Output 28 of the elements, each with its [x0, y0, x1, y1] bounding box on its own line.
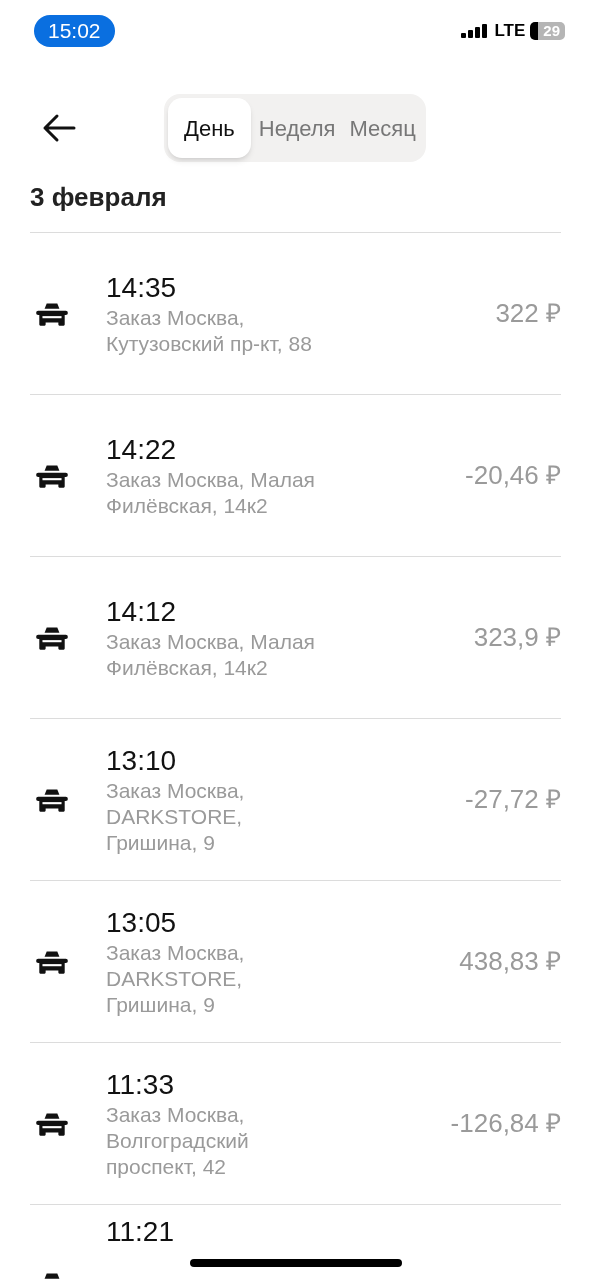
order-address: Заказ Москва, DARKSTORE, Гришина, 9 — [106, 777, 246, 856]
date-heading: 3 февраля — [29, 182, 168, 212]
period-tab[interactable]: День — [168, 98, 251, 158]
order-amount: -126,84 ₽ — [450, 1107, 561, 1140]
order-time: 14:35 — [106, 270, 178, 305]
order-amount: 323,9 ₽ — [473, 621, 561, 654]
order-amount: 322 ₽ — [495, 297, 561, 330]
back-arrow-icon[interactable] — [42, 113, 76, 143]
order-address: Заказ Москва, Малая Филёвская, 14к2 — [106, 628, 316, 681]
order-time: 13:05 — [106, 905, 178, 940]
order-time: 14:22 — [106, 432, 178, 467]
order-amount: -20,46 ₽ — [465, 459, 561, 492]
order-address: Заказ Москва, DARKSTORE, Гришина, 9 — [106, 939, 246, 1018]
order-time: 14:12 — [106, 594, 178, 629]
network-label: LTE — [494, 20, 526, 43]
order-time: 11:33 — [106, 1067, 175, 1102]
order-time: 11:21 — [106, 1215, 175, 1249]
status-time: 15:02 — [34, 15, 115, 47]
order-address: Заказ Москва, Волгоградский проспект, 42 — [106, 1101, 250, 1180]
period-tab[interactable]: Неделя — [252, 98, 342, 158]
order-time: 13:10 — [106, 743, 178, 778]
order-amount: 438,83 ₽ — [459, 945, 561, 978]
order-address: Заказ Москва, Кутузовский пр-кт, 88 — [106, 304, 313, 357]
order-address: Заказ Москва, Малая Филёвская, 14к2 — [106, 466, 316, 519]
order-amount: -27,72 ₽ — [465, 783, 561, 816]
signal-icon — [461, 24, 490, 38]
battery-indicator: 29 — [530, 22, 565, 40]
period-tab[interactable]: Месяц — [343, 98, 422, 158]
